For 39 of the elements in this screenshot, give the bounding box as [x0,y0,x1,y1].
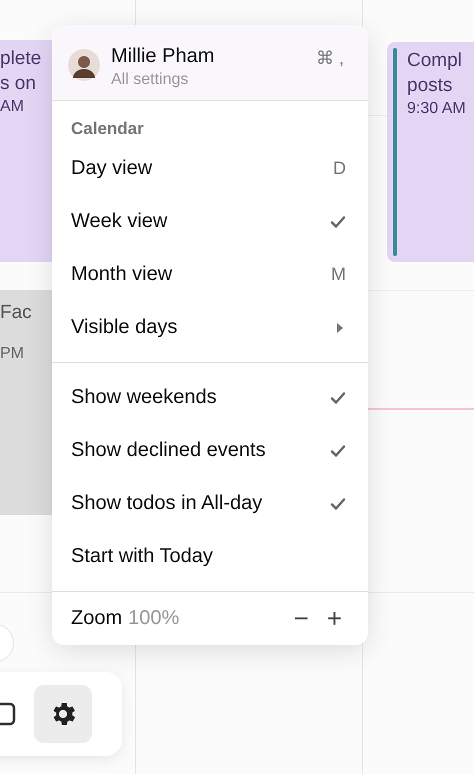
settings-button[interactable] [34,685,92,743]
menu-item[interactable]: Start with Today [52,530,368,584]
zoom-value: 100% [128,607,180,630]
menu-item-label: Week view [71,210,168,234]
event-text: 9:30 AM [407,99,466,119]
event-text: s on [0,72,37,96]
avatar [68,49,100,81]
shortcut-label: ⌘ , [316,47,344,69]
shortcut-label: M [331,264,346,286]
all-settings-label: All settings [111,71,190,89]
shortcut-label: D [333,158,346,180]
menu-item[interactable]: Show declined events [52,424,368,478]
menu-item-label: Start with Today [71,545,213,568]
menu-item-label: Show weekends [71,386,217,410]
event-text: Compl [407,49,463,73]
menu-item-label: Show declined events [71,439,266,462]
menu-item[interactable]: Show todos in All-day [52,477,368,530]
event-text: PM [0,344,25,364]
event-text: Fac [0,301,32,325]
calendar-event[interactable]: Compl posts 9:30 AM [387,42,474,262]
menu-item-label: Visible days [71,316,178,340]
zoom-in-button[interactable]: + [320,603,348,634]
user-name: Millie Pham [111,45,214,68]
menu-item[interactable]: Month view M [52,248,368,302]
menu-item-label: Show todos in All-day [71,492,262,516]
event-text: posts [407,74,454,98]
profile-item[interactable]: Millie Pham All settings ⌘ , [52,25,368,102]
zoom-label: Zoom [71,607,122,630]
section-heading: Calendar [70,118,145,140]
menu-item[interactable]: Show weekends [52,371,368,424]
event-text: plete [0,47,42,71]
menu-item[interactable]: Day view D [52,142,368,196]
event-text: AM [0,97,25,117]
menu-item[interactable]: Week view [52,195,368,248]
menu-item-label: Month view [71,263,172,286]
menu-item[interactable]: Visible days [52,301,368,354]
menu-item-label: Day view [71,157,152,180]
submenu-arrow-icon [336,322,344,334]
zoom-out-button[interactable]: − [288,603,315,634]
